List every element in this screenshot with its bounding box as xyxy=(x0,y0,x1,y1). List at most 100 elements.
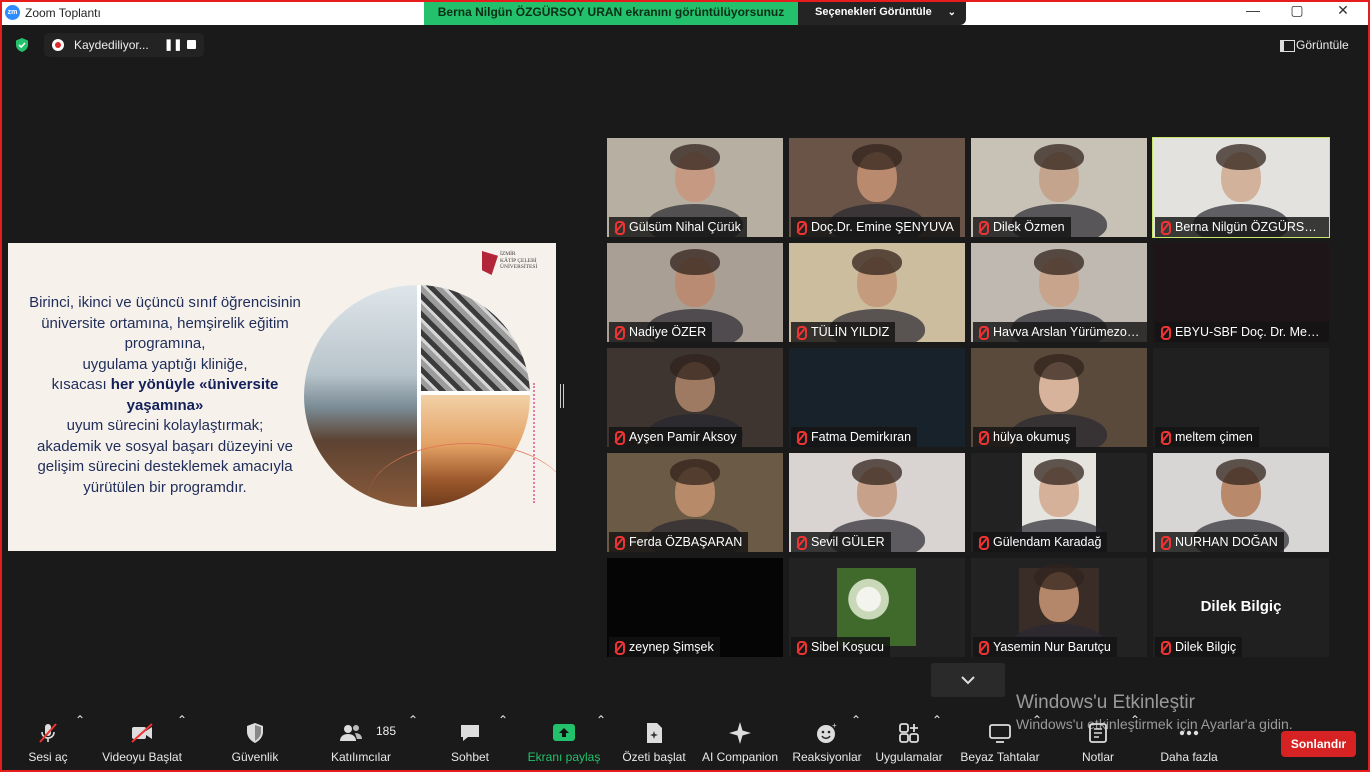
participant-hair xyxy=(670,144,720,170)
zoom-logo-icon: zm xyxy=(5,5,20,20)
slide-line: uygulama yaptığı kliniğe, xyxy=(82,355,248,373)
participant-tile[interactable]: Sevil GÜLER xyxy=(789,453,965,552)
notes-icon xyxy=(1089,723,1107,743)
unmute-button[interactable]: Sesi aç xyxy=(18,713,78,772)
chat-bubble-icon xyxy=(461,725,479,741)
start-summary-label: Özeti başlat xyxy=(622,750,686,764)
end-meeting-button[interactable]: Sonlandır xyxy=(1281,731,1356,757)
participant-tile[interactable]: EBYU-SBF Doç. Dr. Meryem xyxy=(1153,243,1329,342)
participant-name-label: Ayşen Pamir Aksoy xyxy=(609,427,743,447)
participant-tile[interactable]: Dilek Bilgiç Dilek Bilgiç xyxy=(1153,558,1329,657)
participant-tile[interactable]: Fatma Demirkıran xyxy=(789,348,965,447)
notes-options-caret[interactable]: ⌃ xyxy=(1130,713,1140,772)
view-button[interactable]: Görüntüle xyxy=(1276,34,1349,56)
video-options-caret[interactable]: ⌃ xyxy=(177,713,187,772)
view-options-button[interactable]: Seçenekleri Görüntüle ⌄ xyxy=(798,0,966,25)
video-off-icon xyxy=(131,723,153,743)
university-logo: İZMİR KÂTİP ÇELEBİ ÜNİVERSİTESİ xyxy=(482,249,542,279)
slide-line: uyum sürecini kolaylaştırmak; xyxy=(66,417,264,434)
participant-profile-photo xyxy=(837,568,916,646)
encryption-shield-icon[interactable] xyxy=(14,37,30,53)
participant-hair xyxy=(1034,144,1084,170)
participant-hair xyxy=(1216,144,1266,170)
pause-recording-icon[interactable]: ❚❚ xyxy=(164,38,182,51)
ai-companion-button[interactable]: AI Companion xyxy=(698,713,782,772)
participant-tile[interactable]: Berna Nilgün ÖZGÜRSOY URAN xyxy=(1152,137,1330,238)
apps-options-caret[interactable]: ⌃ xyxy=(932,713,942,772)
more-dots-icon xyxy=(1179,730,1199,736)
participant-tile[interactable]: Havva Arslan Yürümezoğlu xyxy=(971,243,1147,342)
chat-button[interactable]: Sohbet xyxy=(443,713,497,772)
participant-tile[interactable]: NURHAN DOĞAN xyxy=(1153,453,1329,552)
participant-hair xyxy=(1034,249,1084,275)
view-options-label: Seçenekleri Görüntüle xyxy=(815,6,932,18)
participant-hair xyxy=(852,459,902,485)
participant-name-label: TÜLİN YILDIZ xyxy=(791,322,896,342)
chevron-down-icon: ⌄ xyxy=(947,7,956,18)
chat-options-caret[interactable]: ⌃ xyxy=(498,713,508,772)
participant-tile[interactable]: hülya okumuş xyxy=(971,348,1147,447)
participant-name-label: Havva Arslan Yürümezoğlu xyxy=(973,322,1147,342)
share-options-caret[interactable]: ⌃ xyxy=(596,713,606,772)
next-page-button[interactable] xyxy=(931,663,1005,697)
maximize-button[interactable]: ▢ xyxy=(1274,2,1320,19)
participant-center-name: Dilek Bilgiç xyxy=(1200,598,1282,615)
whiteboards-label: Beyaz Tahtalar xyxy=(960,750,1040,764)
participants-button[interactable]: 185 Katılımcılar xyxy=(326,713,396,772)
participant-name-label: Yasemin Nur Barutçu xyxy=(973,637,1117,657)
participant-name-label: hülya okumuş xyxy=(973,427,1077,447)
split-view-handle[interactable] xyxy=(560,384,564,408)
participant-name-label: NURHAN DOĞAN xyxy=(1155,532,1284,552)
participant-tile[interactable]: Sibel Koşucu xyxy=(789,558,965,657)
participant-name-label: zeynep Şimşek xyxy=(609,637,720,657)
participant-tile[interactable]: Yasemin Nur Barutçu xyxy=(971,558,1147,657)
university-logo-mark-icon xyxy=(482,251,498,275)
participant-tile[interactable]: Dilek Özmen xyxy=(971,138,1147,237)
participant-tile[interactable]: Doç.Dr. Emine ŞENYUVA xyxy=(789,138,965,237)
svg-text:+: + xyxy=(832,721,837,730)
participant-hair xyxy=(852,144,902,170)
participants-options-caret[interactable]: ⌃ xyxy=(408,713,418,772)
participant-tile[interactable]: Gülendam Karadağ xyxy=(971,453,1147,552)
summary-document-icon xyxy=(647,723,662,743)
whiteboards-button[interactable]: Beyaz Tahtalar xyxy=(956,713,1044,772)
audio-options-caret[interactable]: ⌃ xyxy=(75,713,85,772)
participant-name-label: Dilek Özmen xyxy=(973,217,1071,237)
more-button[interactable]: Daha fazla xyxy=(1156,713,1222,772)
participant-tile[interactable]: Ferda ÖZBAŞARAN xyxy=(607,453,783,552)
reactions-options-caret[interactable]: ⌃ xyxy=(851,713,861,772)
stop-recording-icon[interactable] xyxy=(187,40,196,49)
share-screen-label: Ekranı paylaş xyxy=(527,750,601,764)
window-title: Zoom Toplantı xyxy=(25,6,101,20)
participant-name-label: Dilek Bilgiç xyxy=(1155,637,1243,657)
screen-share-banner: Berna Nilgün ÖZGÜRSOY URAN ekranını görü… xyxy=(424,0,798,25)
close-button[interactable]: ✕ xyxy=(1320,2,1366,19)
minimize-button[interactable]: — xyxy=(1230,2,1276,18)
participant-name-label: Sevil GÜLER xyxy=(791,532,891,552)
participant-tile[interactable]: Ayşen Pamir Aksoy xyxy=(607,348,783,447)
security-button[interactable]: Güvenlik xyxy=(226,713,284,772)
start-video-button[interactable]: Videoyu Başlat xyxy=(100,713,184,772)
security-shield-icon xyxy=(247,723,263,743)
microphone-muted-icon xyxy=(39,723,57,743)
participant-name-label: Doç.Dr. Emine ŞENYUVA xyxy=(791,217,960,237)
start-summary-button[interactable]: Özeti başlat xyxy=(618,713,690,772)
share-screen-button[interactable]: Ekranı paylaş xyxy=(526,713,602,772)
participant-tile[interactable]: Nadiye ÖZER xyxy=(607,243,783,342)
participant-tile[interactable]: TÜLİN YILDIZ xyxy=(789,243,965,342)
apps-icon xyxy=(899,723,919,743)
participant-tile[interactable]: meltem çimen xyxy=(1153,348,1329,447)
participant-name-label: Berna Nilgün ÖZGÜRSOY URAN xyxy=(1155,217,1329,237)
whiteboard-icon xyxy=(989,724,1011,743)
participant-name-label: Nadiye ÖZER xyxy=(609,322,713,342)
participant-hair xyxy=(670,459,720,485)
participant-tile[interactable]: zeynep Şimşek xyxy=(607,558,783,657)
whiteboards-options-caret[interactable]: ⌃ xyxy=(1032,713,1042,772)
recording-label: Kaydediliyor... xyxy=(74,38,149,52)
slide-line: yürütülen bir programdır. xyxy=(83,478,247,496)
ai-companion-label: AI Companion xyxy=(701,750,779,764)
participant-tile[interactable]: Gülsüm Nihal Çürük xyxy=(607,138,783,237)
notes-button[interactable]: Notlar xyxy=(1074,713,1122,772)
participant-name-label: Sibel Koşucu xyxy=(791,637,890,657)
decorative-curve xyxy=(368,443,556,551)
